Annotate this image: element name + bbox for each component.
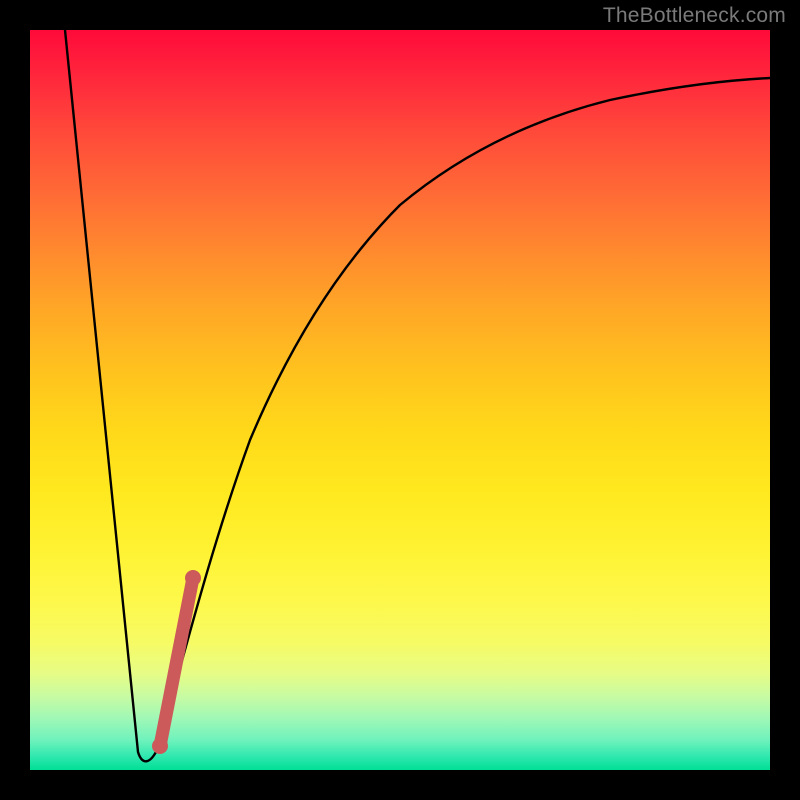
marker-end-top — [185, 570, 201, 586]
watermark-text: TheBottleneck.com — [603, 4, 786, 28]
plot-area — [30, 30, 770, 770]
marker-end-bottom — [152, 738, 168, 754]
chart-svg — [30, 30, 770, 770]
chart-frame: TheBottleneck.com — [0, 0, 800, 800]
bottleneck-curve — [65, 30, 770, 761]
marker-line — [160, 578, 193, 746]
